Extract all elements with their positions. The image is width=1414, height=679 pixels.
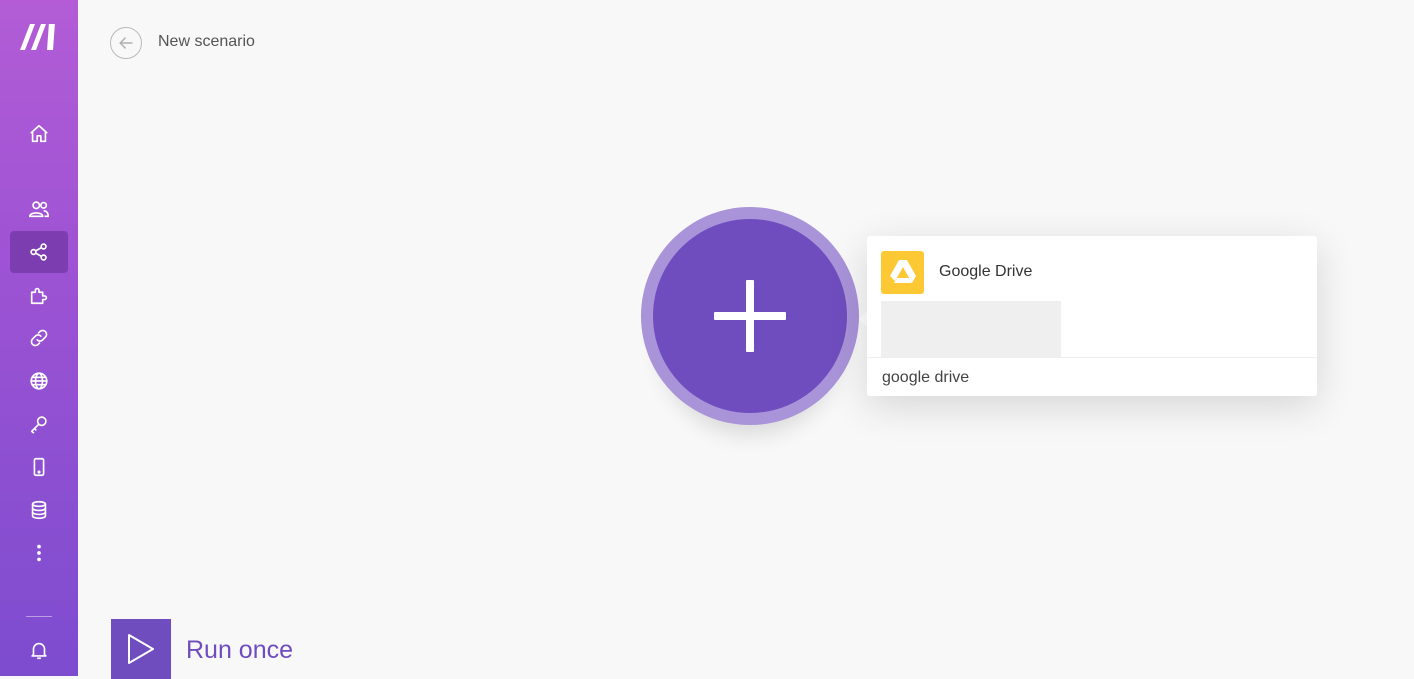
more-icon <box>37 544 41 562</box>
google-drive-icon <box>889 260 916 283</box>
module-search-popover: Google Drive <box>867 236 1317 396</box>
database-icon <box>31 500 47 520</box>
team-icon <box>29 201 49 218</box>
app-badge <box>881 250 924 294</box>
search-divider <box>867 357 1317 358</box>
play-icon <box>128 634 154 664</box>
back-button[interactable] <box>110 27 142 59</box>
make-logo[interactable] <box>20 22 58 52</box>
sidebar-item-keys[interactable] <box>10 403 68 445</box>
search-result-google-drive[interactable]: Google Drive <box>881 250 1032 294</box>
module-search-input[interactable] <box>882 367 1302 389</box>
globe-icon <box>30 372 48 390</box>
sidebar-item-datastores[interactable] <box>10 489 68 531</box>
loading-placeholder <box>881 301 1061 357</box>
home-icon <box>30 124 48 143</box>
sidebar-item-notifications[interactable] <box>10 629 68 671</box>
run-once-button[interactable] <box>111 619 171 679</box>
sidebar-item-devices[interactable] <box>10 446 68 488</box>
sidebar-item-apps[interactable] <box>10 274 68 316</box>
scenario-title[interactable]: New scenario <box>158 33 255 51</box>
arrow-left-icon <box>119 37 133 49</box>
sidebar-item-connections[interactable] <box>10 317 68 359</box>
key-icon <box>30 416 47 434</box>
plus-icon <box>714 280 786 352</box>
search-result-label: Google Drive <box>939 263 1033 280</box>
bell-icon <box>31 642 47 660</box>
sidebar-item-scenarios[interactable] <box>10 231 68 273</box>
sidebar-item-team[interactable] <box>10 188 68 230</box>
mobile-icon <box>33 457 45 477</box>
sidebar-item-webhooks[interactable] <box>10 360 68 402</box>
share-icon <box>30 243 47 261</box>
sidebar-item-more[interactable] <box>10 532 68 574</box>
puzzle-icon <box>30 287 48 305</box>
sidebar-item-home[interactable] <box>10 113 68 155</box>
sidebar-divider <box>26 616 52 617</box>
run-once-label[interactable]: Run once <box>186 636 293 665</box>
add-module-button[interactable] <box>653 219 847 413</box>
sidebar <box>0 0 78 676</box>
link-icon <box>30 329 48 347</box>
